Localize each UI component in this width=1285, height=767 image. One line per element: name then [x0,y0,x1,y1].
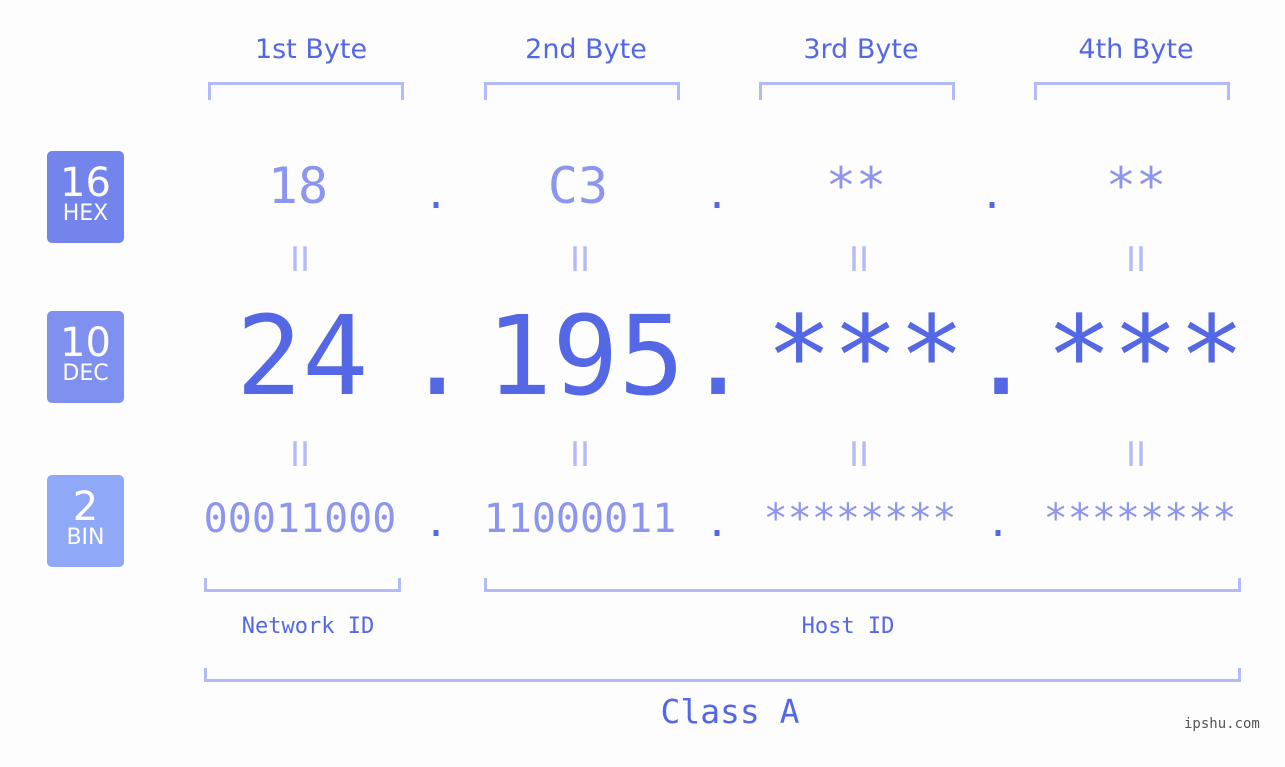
equals-icon: II [569,435,591,475]
dec-byte-3: *** [766,292,965,420]
hex-byte-3: ** [825,157,887,215]
hex-dot-3: . [980,172,1005,218]
equals-icon: II [289,435,311,475]
dec-label: DEC [62,361,109,386]
hex-badge: 16 HEX [47,151,124,243]
host-bracket [484,578,1241,592]
byte-header-2: 2nd Byte [525,34,647,65]
bin-base: 2 [72,484,99,530]
dec-badge: 10 DEC [47,311,124,403]
equals-icon: II [1125,240,1147,280]
hex-dot-1: . [424,172,449,218]
network-id-label: Network ID [241,614,375,639]
equals-icon: II [569,240,591,280]
bin-label: BIN [66,525,105,550]
byte-bracket-4 [1034,82,1230,100]
equals-icon: II [289,240,311,280]
equals-icon: II [848,435,870,475]
bin-byte-3: ******** [763,496,957,542]
dec-byte-4: *** [1046,292,1245,420]
equals-icon: II [848,240,870,280]
hex-byte-2: C3 [547,157,609,215]
hex-label: HEX [62,201,109,226]
bin-dot-1: . [424,500,449,546]
network-bracket [204,578,401,592]
dec-dot-2: . [685,292,752,420]
byte-header-4: 4th Byte [1078,34,1194,65]
bin-dot-3: . [986,500,1011,546]
hex-byte-1: 18 [267,157,329,215]
byte-bracket-2 [484,82,680,100]
byte-header-1: 1st Byte [254,34,368,65]
dec-byte-2: 195 [486,292,685,420]
bin-dot-2: . [705,500,730,546]
bin-byte-1: 00011000 [203,496,397,542]
byte-bracket-3 [759,82,955,100]
bin-byte-2: 11000011 [483,496,677,542]
hex-base: 16 [60,160,111,206]
dec-base: 10 [60,320,111,366]
hex-dot-2: . [705,172,730,218]
hex-byte-4: ** [1105,157,1167,215]
equals-icon: II [1125,435,1147,475]
host-id-label: Host ID [801,614,895,639]
dec-dot-3: . [968,292,1035,420]
byte-header-3: 3rd Byte [803,34,919,65]
dec-byte-1: 24 [236,292,369,420]
class-bracket [204,668,1241,682]
class-label: Class A [660,692,800,731]
watermark: ipshu.com [1184,716,1260,732]
bin-byte-4: ******** [1043,496,1237,542]
bin-badge: 2 BIN [47,475,124,567]
dec-dot-1: . [404,292,471,420]
byte-bracket-1 [208,82,404,100]
